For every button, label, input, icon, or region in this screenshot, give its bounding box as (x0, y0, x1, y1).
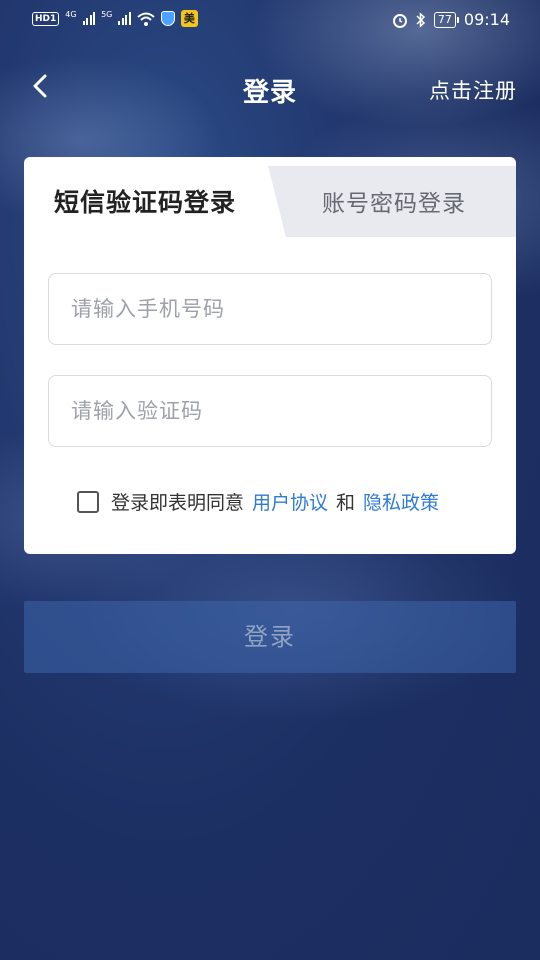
status-bar: HD1 4G 5G 美 77 09:14 (0, 0, 540, 40)
privacy-policy-link[interactable]: 隐私政策 (363, 488, 439, 515)
tab-sms-login[interactable]: 短信验证码登录 (24, 157, 286, 237)
login-button[interactable]: 登录 (24, 601, 516, 673)
tab-password-login-label: 账号密码登录 (322, 191, 466, 217)
clock: 09:14 (463, 10, 510, 29)
status-right-group: 77 09:14 (392, 10, 510, 29)
bluetooth-icon (416, 11, 425, 28)
status-left-group: HD1 4G 5G 美 (32, 10, 198, 27)
agreement-row: 登录即表明同意 用户协议 和 隐私政策 (77, 488, 439, 515)
battery-level: 77 (437, 12, 452, 26)
network-4g-label: 4G (65, 9, 77, 19)
agreement-and-text: 和 (336, 492, 356, 514)
login-card: 短信验证码登录 账号密码登录 登录即表明同意 用户协议 和 隐私政策 (24, 157, 516, 554)
agreement-text: 登录即表明同意 (111, 492, 245, 514)
signal-icon-2 (118, 12, 131, 25)
verification-code-input[interactable] (49, 376, 491, 446)
nav-header: 登录 点击注册 (0, 60, 540, 116)
sim-label: 1 (50, 13, 57, 24)
hd-indicator: HD1 (32, 11, 60, 26)
hd-label: HD (35, 13, 51, 24)
tab-password-login[interactable]: 账号密码登录 (286, 166, 516, 236)
phone-input[interactable] (49, 274, 491, 344)
wifi-icon (137, 12, 155, 26)
battery-icon: 77 (433, 11, 459, 28)
tab-bar: 短信验证码登录 账号密码登录 (24, 157, 516, 237)
network-5g-label: 5G (101, 9, 113, 19)
alarm-icon (392, 13, 407, 28)
shield-icon (160, 11, 175, 26)
register-link[interactable]: 点击注册 (429, 75, 517, 105)
user-agreement-link[interactable]: 用户协议 (252, 488, 328, 515)
phone-field[interactable] (48, 273, 492, 345)
tab-sms-login-label: 短信验证码登录 (54, 188, 237, 217)
signal-icon (82, 12, 96, 25)
agreement-checkbox[interactable] (77, 490, 99, 513)
code-field[interactable] (48, 375, 492, 447)
app-badge-icon: 美 (180, 10, 198, 27)
